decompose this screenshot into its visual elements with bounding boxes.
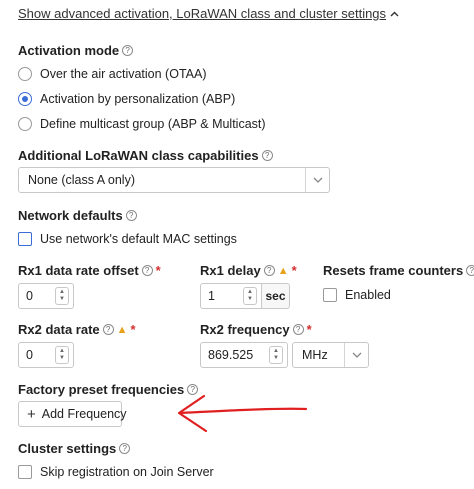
class-capabilities-label: Additional LoRaWAN class capabilities xyxy=(18,148,259,163)
network-defaults-checkbox-label: Use network's default MAC settings xyxy=(40,232,237,246)
rx2-frequency-unit-select[interactable]: MHz xyxy=(292,342,369,368)
required-marker: * xyxy=(291,263,297,278)
resets-frame-counters-heading: Resets frame counters ? xyxy=(323,263,474,278)
radio-multicast-control[interactable] xyxy=(18,117,32,131)
rx1-offset-input[interactable]: 0 ▲ ▼ xyxy=(18,283,74,309)
rx1-delay-input[interactable]: 1 ▲ ▼ xyxy=(200,283,262,309)
rx2-frequency-heading: Rx2 frequency ? * xyxy=(200,322,312,337)
required-marker: * xyxy=(306,322,312,337)
advanced-settings-toggle-label: Show advanced activation, LoRaWAN class … xyxy=(18,6,387,21)
radio-abp-control[interactable] xyxy=(18,92,32,106)
chevron-up-icon xyxy=(390,8,399,20)
rx2-data-rate-input[interactable]: 0 ▲ ▼ xyxy=(18,342,74,368)
radio-otaa-control[interactable] xyxy=(18,67,32,81)
add-frequency-label: Add Frequency xyxy=(41,407,127,421)
rx2-frequency-input[interactable]: 869.525 ▲ ▼ xyxy=(200,342,288,368)
radio-multicast[interactable]: Define multicast group (ABP & Multicast) xyxy=(18,117,266,131)
required-marker: * xyxy=(130,322,136,337)
rx1-delay-unit: sec xyxy=(262,283,290,309)
class-capabilities-select[interactable]: None (class A only) xyxy=(18,167,330,193)
help-icon[interactable]: ? xyxy=(125,210,137,221)
help-icon[interactable]: ? xyxy=(141,265,153,276)
plus-icon: + xyxy=(27,405,36,423)
help-icon[interactable]: ? xyxy=(102,324,114,335)
help-icon[interactable]: ? xyxy=(119,443,131,454)
rx1-offset-label: Rx1 data rate offset xyxy=(18,263,139,278)
add-frequency-button[interactable]: + Add Frequency xyxy=(18,401,127,427)
radio-otaa-label: Over the air activation (OTAA) xyxy=(40,67,207,81)
activation-mode-heading: Activation mode ? xyxy=(18,43,134,58)
help-icon[interactable]: ? xyxy=(466,265,474,276)
skip-join-server-label: Skip registration on Join Server xyxy=(40,465,214,479)
stepper-icon[interactable]: ▲ ▼ xyxy=(269,346,283,364)
network-defaults-checkbox-row[interactable]: Use network's default MAC settings xyxy=(18,232,237,246)
rx2-data-rate-label: Rx2 data rate xyxy=(18,322,100,337)
network-defaults-label: Network defaults xyxy=(18,208,123,223)
rx1-delay-heading: Rx1 delay ? ▲ * xyxy=(200,263,297,278)
resets-frame-counters-label: Resets frame counters xyxy=(323,263,464,278)
rx2-frequency-unit: MHz xyxy=(302,348,328,362)
resets-frame-counters-checkbox[interactable] xyxy=(323,288,337,302)
chevron-down-icon xyxy=(344,343,368,367)
rx2-frequency-label: Rx2 frequency xyxy=(200,322,290,337)
rx2-frequency-value: 869.525 xyxy=(208,348,254,362)
stepper-icon[interactable]: ▲ ▼ xyxy=(55,346,69,364)
stepper-icon[interactable]: ▲ ▼ xyxy=(55,287,69,305)
rx1-offset-value: 0 xyxy=(26,289,33,303)
help-icon[interactable]: ? xyxy=(122,45,134,56)
network-defaults-checkbox[interactable] xyxy=(18,232,32,246)
rx1-delay-value: 1 xyxy=(208,289,215,303)
class-capabilities-heading: Additional LoRaWAN class capabilities ? xyxy=(18,148,273,163)
cluster-settings-label: Cluster settings xyxy=(18,441,117,456)
warning-icon: ▲ xyxy=(116,323,128,336)
help-icon[interactable]: ? xyxy=(261,150,273,161)
skip-join-server-checkbox[interactable] xyxy=(18,465,32,479)
cluster-settings-heading: Cluster settings ? xyxy=(18,441,131,456)
cluster-settings-checkbox-row[interactable]: Skip registration on Join Server xyxy=(18,465,214,479)
factory-presets-label: Factory preset frequencies xyxy=(18,382,185,397)
required-marker: * xyxy=(155,263,161,278)
activation-mode-label: Activation mode xyxy=(18,43,120,58)
help-icon[interactable]: ? xyxy=(292,324,304,335)
class-capabilities-value: None (class A only) xyxy=(28,173,135,187)
resets-frame-counters-checkbox-label: Enabled xyxy=(345,288,391,302)
radio-otaa[interactable]: Over the air activation (OTAA) xyxy=(18,67,207,81)
radio-abp-label: Activation by personalization (ABP) xyxy=(40,92,236,106)
radio-multicast-label: Define multicast group (ABP & Multicast) xyxy=(40,117,266,131)
network-defaults-heading: Network defaults ? xyxy=(18,208,137,223)
rx2-data-rate-heading: Rx2 data rate ? ▲ * xyxy=(18,322,136,337)
rx2-data-rate-value: 0 xyxy=(26,348,33,362)
help-icon[interactable]: ? xyxy=(263,265,275,276)
warning-icon: ▲ xyxy=(277,264,289,277)
chevron-down-icon xyxy=(305,168,329,192)
advanced-settings-toggle[interactable]: Show advanced activation, LoRaWAN class … xyxy=(18,6,399,21)
rx1-delay-label: Rx1 delay xyxy=(200,263,261,278)
radio-abp[interactable]: Activation by personalization (ABP) xyxy=(18,92,235,106)
annotation-arrow-icon xyxy=(177,394,308,433)
resets-frame-counters-row[interactable]: Enabled xyxy=(323,288,391,302)
rx1-offset-heading: Rx1 data rate offset ? * xyxy=(18,263,161,278)
stepper-icon[interactable]: ▲ ▼ xyxy=(243,287,257,305)
